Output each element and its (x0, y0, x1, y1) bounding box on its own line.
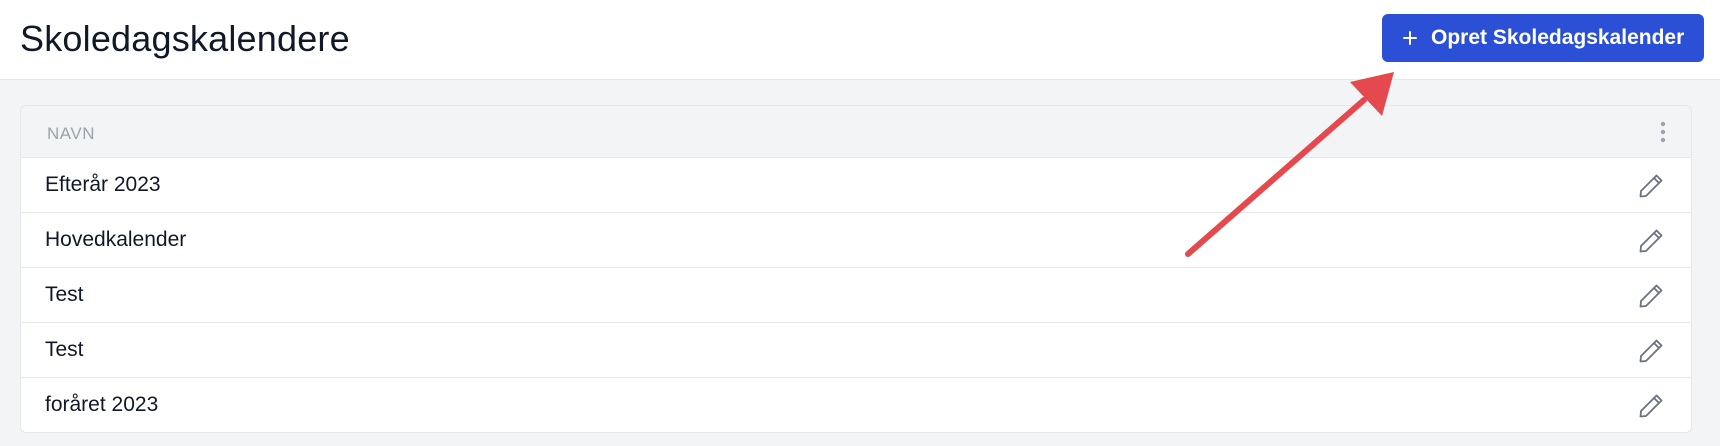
page: Skoledagskalendere Opret Skoledagskalend… (0, 0, 1720, 446)
column-header-name[interactable]: NAVN (47, 124, 95, 144)
table-header: NAVN (21, 106, 1691, 158)
edit-icon[interactable] (1637, 282, 1665, 310)
edit-icon[interactable] (1637, 172, 1665, 200)
create-calendar-button[interactable]: Opret Skoledagskalender (1382, 14, 1704, 62)
table-row[interactable]: Hovedkalender (21, 213, 1691, 268)
table-row[interactable]: foråret 2023 (21, 378, 1691, 432)
row-name[interactable]: Test (45, 283, 84, 307)
row-name[interactable]: foråret 2023 (45, 393, 158, 417)
edit-icon[interactable] (1637, 392, 1665, 420)
table-row[interactable]: Test (21, 323, 1691, 378)
plus-icon (1403, 31, 1417, 45)
table-row[interactable]: Efterår 2023 (21, 158, 1691, 213)
row-name[interactable]: Efterår 2023 (45, 173, 161, 197)
row-name[interactable]: Hovedkalender (45, 228, 186, 252)
edit-icon[interactable] (1637, 337, 1665, 365)
edit-icon[interactable] (1637, 227, 1665, 255)
create-calendar-button-label: Opret Skoledagskalender (1431, 26, 1685, 49)
calendar-table: NAVN Efterår 2023 Hovedkalender Test Tes… (20, 105, 1692, 433)
kebab-icon[interactable] (1659, 121, 1667, 143)
table-row[interactable]: Test (21, 268, 1691, 323)
page-title: Skoledagskalendere (20, 18, 350, 59)
page-header: Skoledagskalendere Opret Skoledagskalend… (0, 0, 1720, 80)
row-name[interactable]: Test (45, 338, 84, 362)
